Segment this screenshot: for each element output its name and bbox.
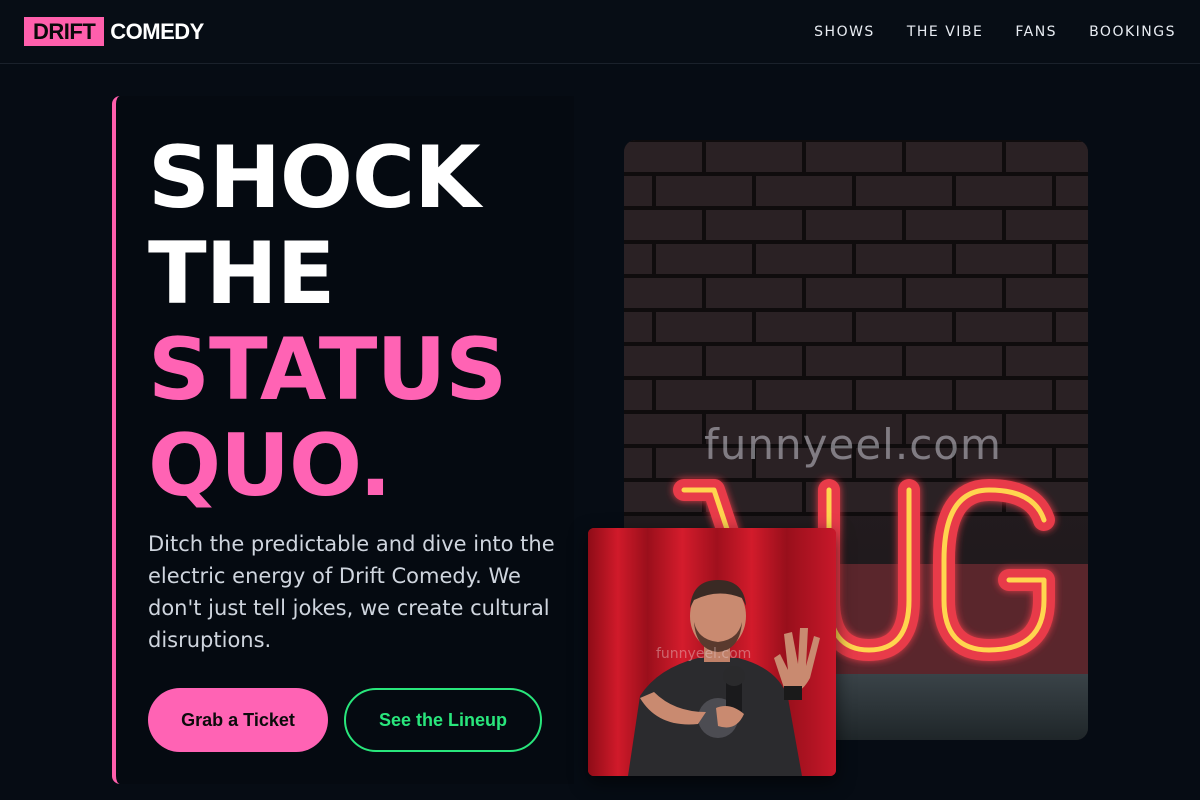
nav-bookings[interactable]: BOOKINGS xyxy=(1089,24,1176,40)
hero-subcopy: Ditch the predictable and dive into the … xyxy=(148,532,555,652)
see-lineup-button[interactable]: See the Lineup xyxy=(344,688,542,752)
nav-the-vibe[interactable]: THE VIBE xyxy=(907,24,984,40)
grab-ticket-button[interactable]: Grab a Ticket xyxy=(148,688,328,752)
headline-line-4: QUO. xyxy=(148,416,392,516)
logo-drift: DRIFT xyxy=(24,17,105,46)
headline-line-2: THE xyxy=(148,224,335,324)
site-header: DRIFT COMEDY SHOWS THE VIBE FANS BOOKING… xyxy=(0,0,1200,64)
nav-shows[interactable]: SHOWS xyxy=(814,24,875,40)
logo-comedy: COMEDY xyxy=(110,19,204,44)
comedian-photo xyxy=(588,528,836,776)
headline-line-1: SHOCK xyxy=(148,128,481,228)
main-nav: SHOWS THE VIBE FANS BOOKINGS xyxy=(814,0,1176,64)
hero-headline: SHOCK THE STATUS QUO. xyxy=(148,130,568,514)
nav-fans[interactable]: FANS xyxy=(1015,24,1057,40)
headline-line-3: STATUS xyxy=(148,320,507,420)
site-logo[interactable]: DRIFT COMEDY xyxy=(24,17,204,46)
